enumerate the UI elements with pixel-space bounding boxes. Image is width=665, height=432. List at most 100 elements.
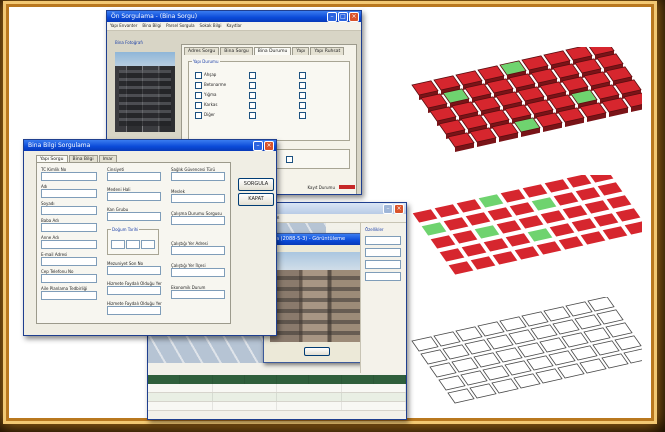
checkbox[interactable] [299,111,306,119]
parcel-block [442,216,470,232]
checkbox[interactable] [195,71,202,79]
parcel-block [587,297,615,312]
father-name-field[interactable] [41,223,97,232]
parcel-block [411,208,439,224]
parcel-block [526,355,554,371]
parcel-block [464,339,492,355]
panel-label: Özellikler [365,227,384,232]
parcel-block [543,178,571,194]
tab-permit[interactable]: Yapı Ruhsat [310,47,345,55]
menu-item[interactable]: Parsel Sorgula [166,22,194,30]
checkbox[interactable] [249,101,256,109]
parcel-block [583,199,611,215]
close-icon[interactable]: × [264,141,274,151]
email-field[interactable] [41,257,97,266]
parcel-block [557,235,585,251]
checkbox[interactable] [299,91,306,99]
checkbox[interactable] [299,81,306,89]
menu-item[interactable]: Bina Bilgi [142,22,161,30]
gender-select[interactable] [107,172,161,181]
parcel-block [552,191,580,207]
ok-button[interactable] [304,347,330,356]
table-row[interactable] [148,393,406,402]
name-field[interactable] [41,189,97,198]
economy-field[interactable] [171,290,225,299]
insurance-field[interactable] [171,172,225,181]
checkbox-label: Betonarme [204,82,227,87]
checkbox[interactable] [195,111,202,119]
service-field-2[interactable] [107,306,161,315]
checkbox[interactable] [195,91,202,99]
maximize-icon[interactable]: □ [338,12,348,22]
parcel-block [517,342,545,358]
tc-number-field[interactable] [41,172,97,181]
checkbox[interactable] [195,101,202,109]
table-row[interactable] [148,402,406,411]
checkbox[interactable] [249,111,256,119]
day-field[interactable] [111,240,125,249]
parcel-block [579,230,607,246]
wireframe-parcel-map [402,297,642,407]
property-field[interactable] [365,272,401,281]
minimize-icon[interactable]: – [253,141,263,151]
work-district-field[interactable] [171,268,225,277]
parcel-block [517,214,545,230]
parcel-block [574,186,602,202]
tab-structure[interactable]: Yapı [292,47,310,55]
minimize-icon[interactable]: – [383,204,393,214]
parcel-block [482,237,510,253]
blood-select[interactable] [107,212,161,221]
parcel-block [504,232,532,248]
job-field[interactable] [171,194,225,203]
family-field[interactable] [41,291,97,300]
property-field[interactable] [365,248,401,257]
3d-blocks-svg [411,47,642,152]
query-form: TC Kimlik No Adı Soyadı Baba Adı Anne Ad… [36,162,231,324]
menu-item[interactable]: Yapı Envanter [110,22,137,30]
table-header [148,375,406,384]
property-field[interactable] [365,260,401,269]
minimize-icon[interactable]: – [327,12,337,22]
menu-item[interactable]: Kayıtlar [226,22,241,30]
parcel-block [486,334,514,350]
parcel-block [451,357,479,373]
tab-building[interactable]: Bina Sorgu [220,47,253,55]
checkbox[interactable] [249,81,256,89]
checkbox[interactable] [285,156,293,163]
parcel-block [535,240,563,256]
checkbox[interactable] [299,101,306,109]
checkbox[interactable] [249,71,256,79]
parcel-block [605,194,633,210]
graduation-field[interactable] [107,266,161,275]
marital-select[interactable] [107,192,161,201]
work-address-field[interactable] [171,246,225,255]
parcel-block [601,225,629,241]
year-field[interactable] [141,240,155,249]
parcel-blocks-svg [411,175,642,276]
window-titlebar: Bina Bilgi Sorgulama – × [24,140,276,151]
checkbox-label: Diğer [204,112,215,117]
parcel-block [504,360,532,376]
phone-field[interactable] [41,274,97,283]
checkbox[interactable] [299,71,306,79]
parcel-block [543,306,571,322]
tab-building-status[interactable]: Bina Durumu [253,47,292,55]
menu-item[interactable]: Sokak Bilgi [200,22,222,30]
checkbox[interactable] [249,91,256,99]
parcel-block [495,219,523,235]
table-row[interactable] [148,384,406,393]
service-field[interactable] [107,286,161,295]
property-field[interactable] [365,236,401,245]
section-label: Bina Fotoğrafı [115,40,143,45]
close-icon[interactable]: × [349,12,359,22]
checkbox[interactable] [195,81,202,89]
surname-field[interactable] [41,206,97,215]
query-button[interactable]: SORGULA [238,178,274,191]
mother-name-field[interactable] [41,240,97,249]
work-status-field[interactable] [171,216,225,225]
month-field[interactable] [126,240,140,249]
parcel-block [557,363,585,379]
tab-address[interactable]: Adres Sorgu [184,47,220,55]
parcel-block [539,337,567,353]
close-button[interactable]: KAPAT [238,193,274,206]
